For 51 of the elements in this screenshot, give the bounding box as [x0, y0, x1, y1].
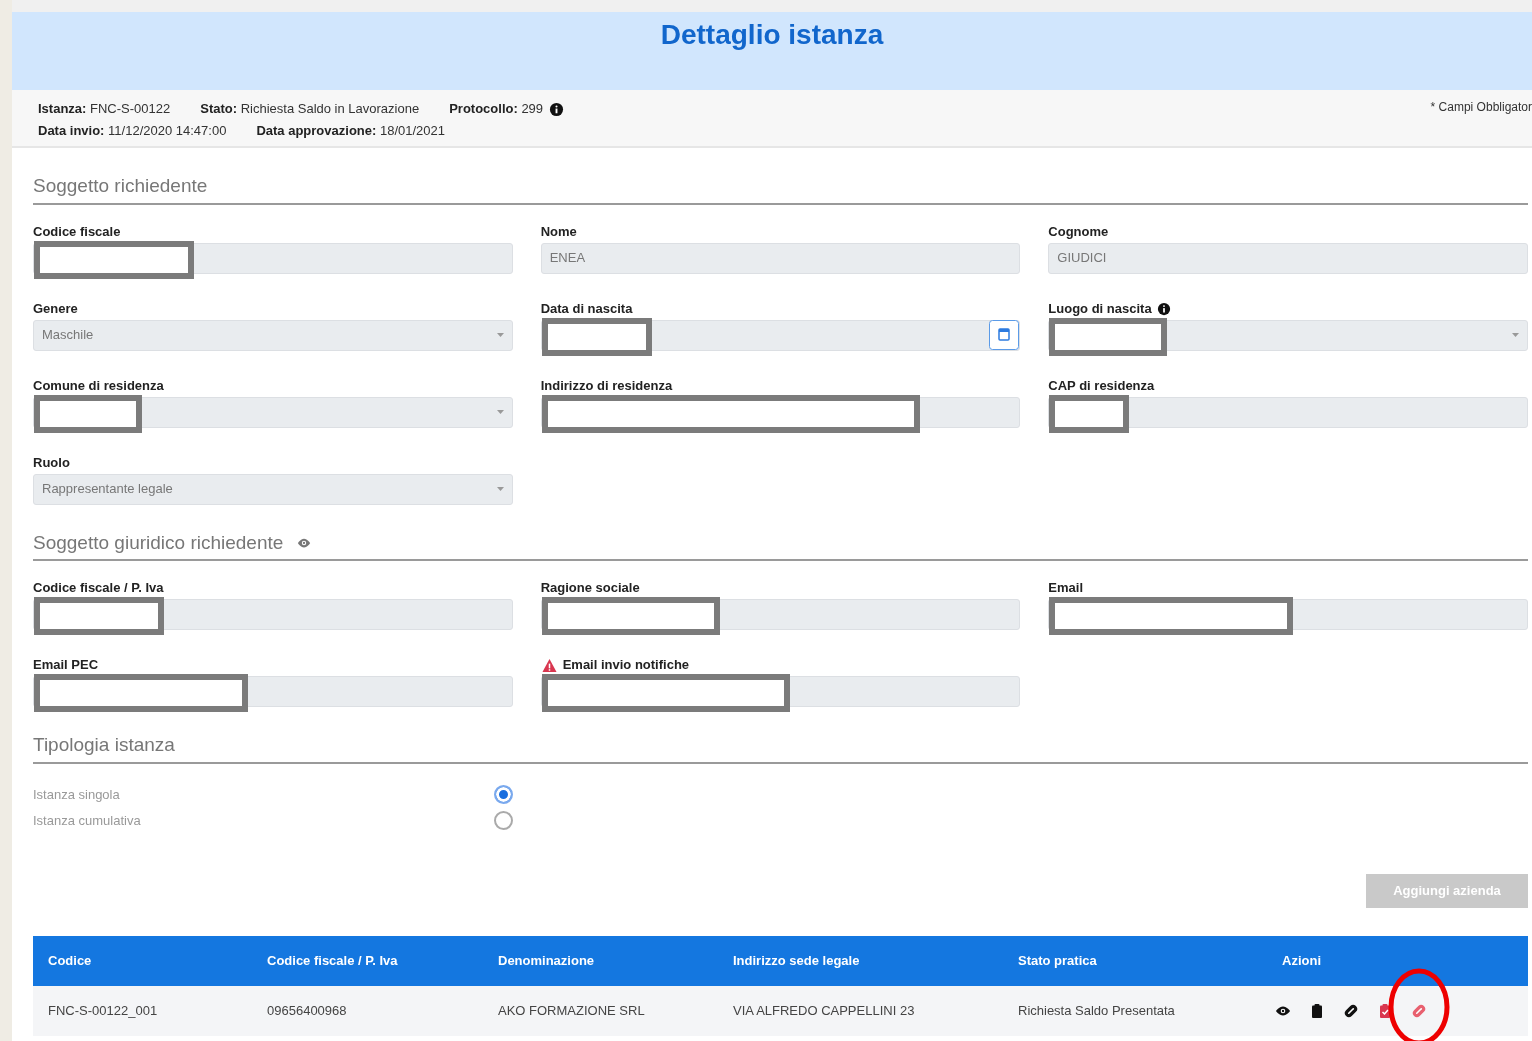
- column-header: Indirizzo sede legale: [732, 951, 860, 970]
- page-title: Dettaglio istanza: [659, 18, 885, 52]
- field-label: Email invio notifiche: [562, 656, 690, 675]
- clipboard-check-icon[interactable]: [1377, 1002, 1393, 1019]
- info-text: Protocollo: 299: [449, 100, 544, 119]
- field-label: Codice fiscale / P. Iva: [33, 579, 164, 598]
- field-label: Cognome: [1048, 222, 1109, 241]
- field-label: Comune di residenza: [33, 376, 164, 395]
- calendar-icon[interactable]: [989, 320, 1020, 350]
- select-field[interactable]: Maschile: [33, 319, 513, 351]
- info-text: Data approvazione: 18/01/2021: [256, 122, 445, 141]
- section-title: Soggetto giuridico richiedente: [33, 530, 284, 555]
- field-label: Codice fiscale: [33, 222, 121, 241]
- field-label: Email PEC: [33, 656, 99, 675]
- table-cell-text: FNC-S-00122_001: [47, 1002, 158, 1018]
- table-cell-text: 09656400968: [266, 1002, 347, 1018]
- radio-button[interactable]: [494, 811, 513, 830]
- table-cell-text: VIA ALFREDO CAPPELLINI 23: [732, 1002, 915, 1018]
- section-title: Soggetto richiedente: [33, 174, 208, 198]
- field-label: Genere: [33, 299, 78, 318]
- caret-icon: [496, 487, 504, 491]
- radio-button[interactable]: [494, 785, 513, 804]
- field-label: CAP di residenza: [1048, 376, 1155, 395]
- column-header: Codice: [47, 951, 92, 970]
- column-header: Denominazione: [497, 951, 595, 970]
- info-text: Stato: Richiesta Saldo in Lavorazione: [200, 100, 420, 119]
- radio-label: Istanza cumulativa: [33, 811, 141, 830]
- input-field[interactable]: ENEA: [540, 242, 1021, 274]
- select-field[interactable]: Rappresentante legale: [33, 473, 513, 505]
- caret-icon: [496, 333, 504, 337]
- radio-label: Istanza singola: [33, 785, 120, 804]
- field-label: Indirizzo di residenza: [540, 376, 673, 395]
- field-label: Ruolo: [33, 453, 70, 472]
- column-header: Stato pratica: [1017, 951, 1097, 970]
- field-label: Data di nascita: [540, 299, 633, 318]
- info-text: Data invio: 11/12/2020 14:47:00: [38, 122, 227, 141]
- caret-icon: [1512, 333, 1519, 337]
- table-cell-text: AKO FORMAZIONE SRL: [497, 1002, 645, 1018]
- info-text: Istanza: FNC-S-00122: [38, 100, 171, 119]
- clipboard-icon[interactable]: [1309, 1002, 1325, 1019]
- table-cell-text: Richiesta Saldo Presentata: [1017, 1002, 1175, 1018]
- caret-icon: [496, 410, 504, 414]
- field-label: Email: [1048, 579, 1083, 598]
- column-header: Azioni: [1281, 951, 1321, 970]
- field-label: Luogo di nascita: [1048, 299, 1152, 318]
- column-header: Codice fiscale / P. Iva: [266, 951, 398, 970]
- section-title: Tipologia istanza: [33, 733, 175, 757]
- field-label: Nome: [540, 222, 577, 241]
- field-label: Ragione sociale: [540, 579, 640, 598]
- required-fields-note: * Campi Obbligator: [1430, 99, 1532, 116]
- input-field[interactable]: GIUDICI: [1048, 242, 1528, 274]
